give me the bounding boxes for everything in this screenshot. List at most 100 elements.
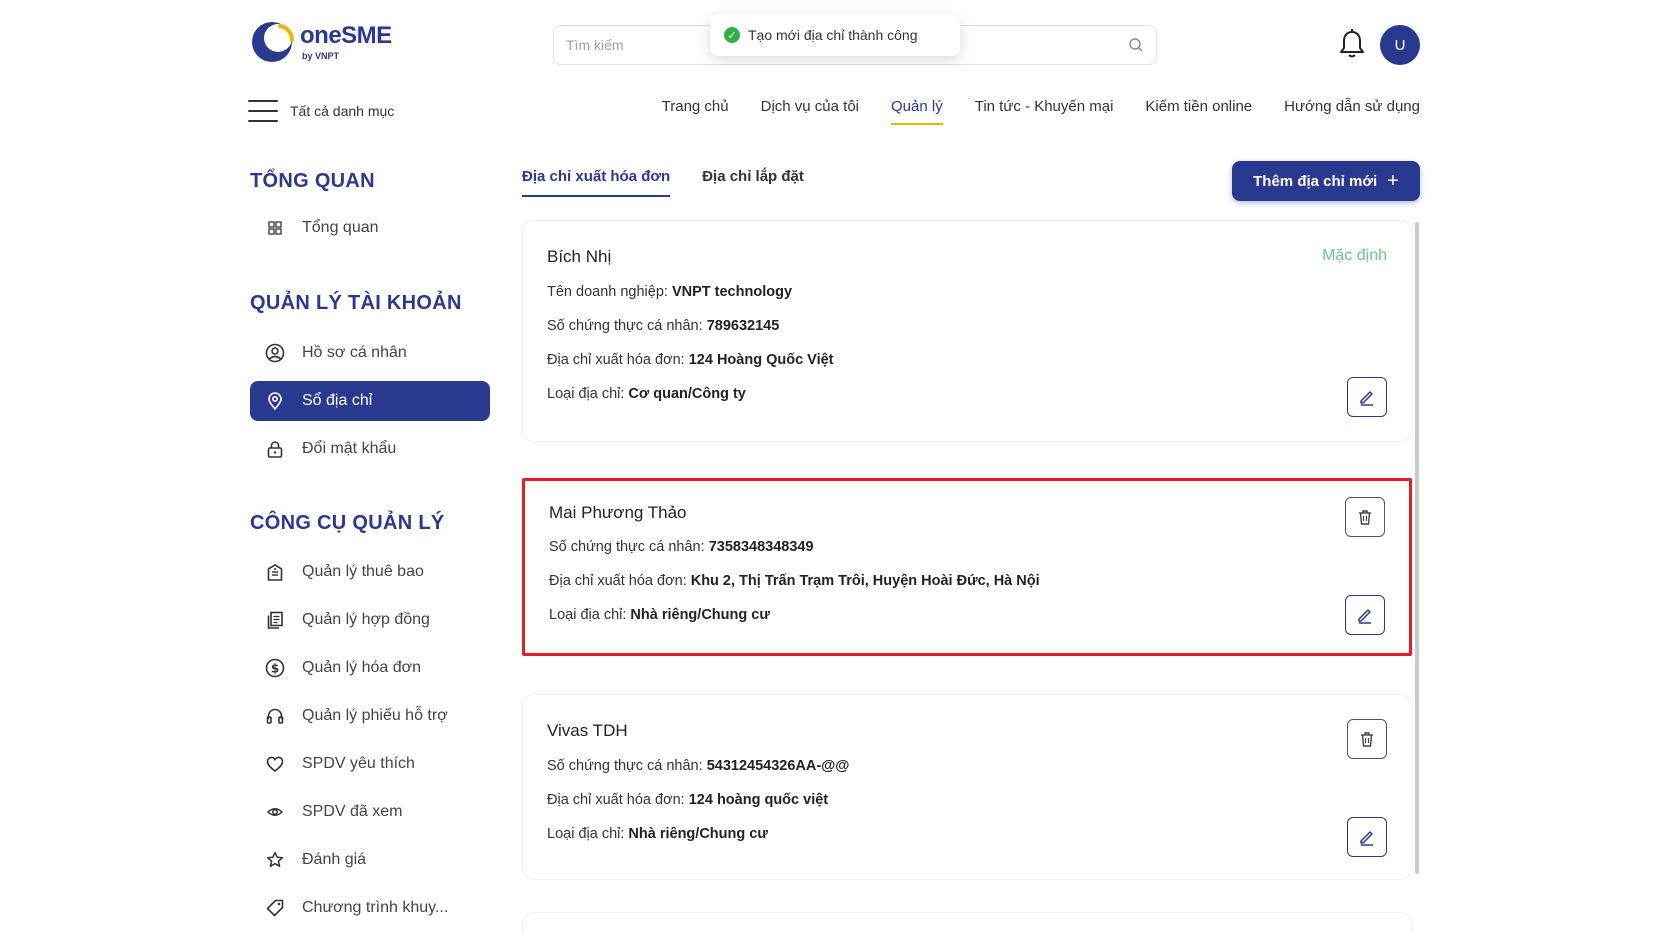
sidebar-item-contracts[interactable]: Quản lý hợp đồng xyxy=(250,600,490,640)
company-line: Tên doanh nghiệp: VNPT technology xyxy=(547,284,793,300)
success-toast: ✓ Tạo mới địa chỉ thành công xyxy=(710,14,960,56)
document-icon xyxy=(264,609,286,631)
tab-install-address[interactable]: Địa chỉ lắp đặt xyxy=(702,168,804,197)
type-line: Loại địa chỉ: Nhà riêng/Chung cư xyxy=(547,826,768,842)
sidebar-item-label: Hồ sơ cá nhân xyxy=(302,344,407,361)
id-line: Số chứng thực cá nhân: 54312454326AA-@@ xyxy=(547,758,850,774)
sidebar-section-tools: CÔNG CỤ QUẢN LÝ xyxy=(250,512,445,534)
eye-icon xyxy=(264,801,286,823)
bell-icon[interactable] xyxy=(1338,28,1366,60)
tab-invoice-address[interactable]: Địa chỉ xuất hóa đơn xyxy=(522,168,671,197)
sidebar-item-label: Quản lý phiếu hỗ trợ xyxy=(302,707,448,724)
sidebar-item-promotions[interactable]: Chương trình khuy... xyxy=(250,888,490,928)
grid-icon xyxy=(264,217,286,239)
main-nav: Trang chủ Dịch vụ của tôi Quản lý Tin tứ… xyxy=(662,98,1420,125)
address-line: Địa chỉ xuất hóa đơn: 124 Hoàng Quốc Việ… xyxy=(547,352,834,368)
sidebar-item-label: Đánh giá xyxy=(302,851,367,868)
address-line: Địa chỉ xuất hóa đơn: Khu 2, Thị Trấn Tr… xyxy=(549,573,1040,589)
delete-button[interactable] xyxy=(1345,497,1385,537)
sidebar-item-favorites[interactable]: SPDV yêu thích xyxy=(250,744,490,784)
sidebar-section-overview: TỔNG QUAN xyxy=(250,170,375,192)
sidebar-item-viewed[interactable]: SPDV đã xem xyxy=(250,792,490,832)
type-value: Cơ quan/Công ty xyxy=(628,386,746,402)
pencil-icon xyxy=(1360,831,1373,846)
user-avatar[interactable]: U xyxy=(1380,25,1420,65)
nav-my-services[interactable]: Dịch vụ của tôi xyxy=(761,98,859,125)
all-categories-button[interactable]: Tất cả danh mục xyxy=(248,98,394,124)
sidebar-item-label: Chương trình khuy... xyxy=(302,899,449,916)
sidebar-item-support-tickets[interactable]: Quản lý phiếu hỗ trợ xyxy=(250,696,490,736)
heart-icon xyxy=(264,753,286,775)
company-value: VNPT technology xyxy=(671,284,793,300)
sidebar-item-address-book[interactable]: Sổ địa chỉ xyxy=(250,381,490,421)
sidebar-item-invoices[interactable]: $ Quản lý hóa đơn xyxy=(250,648,490,688)
sidebar-item-change-password[interactable]: Đổi mật khẩu xyxy=(250,429,490,469)
address-name: Bích Nhị xyxy=(547,247,612,266)
plus-icon: + xyxy=(1387,170,1399,192)
trash-icon xyxy=(1359,510,1371,525)
building-icon xyxy=(264,561,286,583)
sidebar-item-profile[interactable]: Hồ sơ cá nhân xyxy=(250,333,490,373)
logo-title: oneSME xyxy=(300,21,392,49)
pencil-icon xyxy=(1358,609,1371,624)
sidebar-item-label: Sổ địa chỉ xyxy=(302,392,373,409)
address-line: Địa chỉ xuất hóa đơn: 124 hoàng quốc việ… xyxy=(547,792,829,808)
address-value: 124 Hoàng Quốc Việt xyxy=(688,352,834,368)
default-badge: Mặc định xyxy=(1322,247,1387,264)
address-value: Khu 2, Thị Trấn Trạm Trôi, Huyện Hoài Đứ… xyxy=(690,573,1040,589)
edit-button[interactable] xyxy=(1347,377,1387,417)
nav-user-guide[interactable]: Hướng dẫn sử dụng xyxy=(1284,98,1420,125)
all-categories-label: Tất cả danh mục xyxy=(290,103,395,119)
address-value: 124 hoàng quốc việt xyxy=(688,792,829,808)
scrollbar[interactable] xyxy=(1415,222,1419,874)
address-tabs: Địa chỉ xuất hóa đơn Địa chỉ lắp đặt xyxy=(522,168,804,197)
add-address-button[interactable]: Thêm địa chỉ mới + xyxy=(1232,161,1420,201)
nav-news[interactable]: Tin tức - Khuyến mại xyxy=(975,98,1114,125)
address-card-partial xyxy=(522,912,1412,933)
sidebar-item-label: Đổi mật khẩu xyxy=(302,440,397,457)
address-name: Mai Phương Thảo xyxy=(549,503,687,522)
tag-icon xyxy=(264,897,286,919)
address-card: Bích Nhị Mặc định Tên doanh nghiệp: VNPT… xyxy=(522,220,1412,442)
sidebar-section-account: QUẢN LÝ TÀI KHOẢN xyxy=(250,292,462,314)
logo-mark-icon xyxy=(250,20,295,64)
menu-icon xyxy=(248,100,278,122)
sidebar-item-overview[interactable]: Tổng quan xyxy=(250,208,490,248)
check-circle-icon: ✓ xyxy=(724,27,740,43)
address-card: Vivas TDH Số chứng thực cá nhân: 5431245… xyxy=(522,694,1412,880)
lock-icon xyxy=(264,438,286,460)
search-icon[interactable] xyxy=(1128,37,1144,53)
logo-subtitle: by VNPT xyxy=(302,50,340,61)
pencil-icon xyxy=(1360,391,1373,406)
sidebar-item-label: Tổng quan xyxy=(302,219,379,236)
nav-earn-online[interactable]: Kiếm tiền online xyxy=(1145,98,1252,125)
headset-icon xyxy=(264,705,286,727)
delete-button[interactable] xyxy=(1347,719,1387,759)
edit-button[interactable] xyxy=(1345,595,1385,635)
sidebar-item-reviews[interactable]: Đánh giá xyxy=(250,840,490,880)
sidebar-item-subscriptions[interactable]: Quản lý thuê bao xyxy=(250,552,490,592)
onesme-logo[interactable]: oneSME by VNPT xyxy=(250,20,410,64)
sidebar-item-label: Quản lý thuê bao xyxy=(302,563,424,580)
sidebar-item-label: Quản lý hợp đồng xyxy=(302,611,430,628)
id-line: Số chứng thực cá nhân: 7358348348349 xyxy=(549,539,814,555)
id-value: 54312454326AA-@@ xyxy=(706,758,850,774)
dollar-circle-icon: $ xyxy=(264,657,286,679)
address-name: Vivas TDH xyxy=(547,721,628,740)
svg-text:$: $ xyxy=(271,662,279,676)
id-value: 789632145 xyxy=(706,318,780,334)
sidebar-item-label: SPDV đã xem xyxy=(302,803,403,820)
add-address-label: Thêm địa chỉ mới xyxy=(1253,172,1378,190)
nav-management[interactable]: Quản lý xyxy=(891,98,943,125)
type-line: Loại địa chỉ: Nhà riêng/Chung cư xyxy=(549,607,770,623)
nav-home[interactable]: Trang chủ xyxy=(662,98,729,125)
user-circle-icon xyxy=(264,342,286,364)
address-card-highlighted: Mai Phương Thảo Số chứng thực cá nhân: 7… xyxy=(522,478,1412,656)
sidebar-item-label: SPDV yêu thích xyxy=(302,755,415,772)
id-value: 7358348348349 xyxy=(708,539,814,555)
type-value: Nhà riêng/Chung cư xyxy=(628,826,768,842)
edit-button[interactable] xyxy=(1347,817,1387,857)
trash-icon xyxy=(1361,732,1373,747)
id-line: Số chứng thực cá nhân: 789632145 xyxy=(547,318,780,334)
type-line: Loại địa chỉ: Cơ quan/Công ty xyxy=(547,386,746,402)
